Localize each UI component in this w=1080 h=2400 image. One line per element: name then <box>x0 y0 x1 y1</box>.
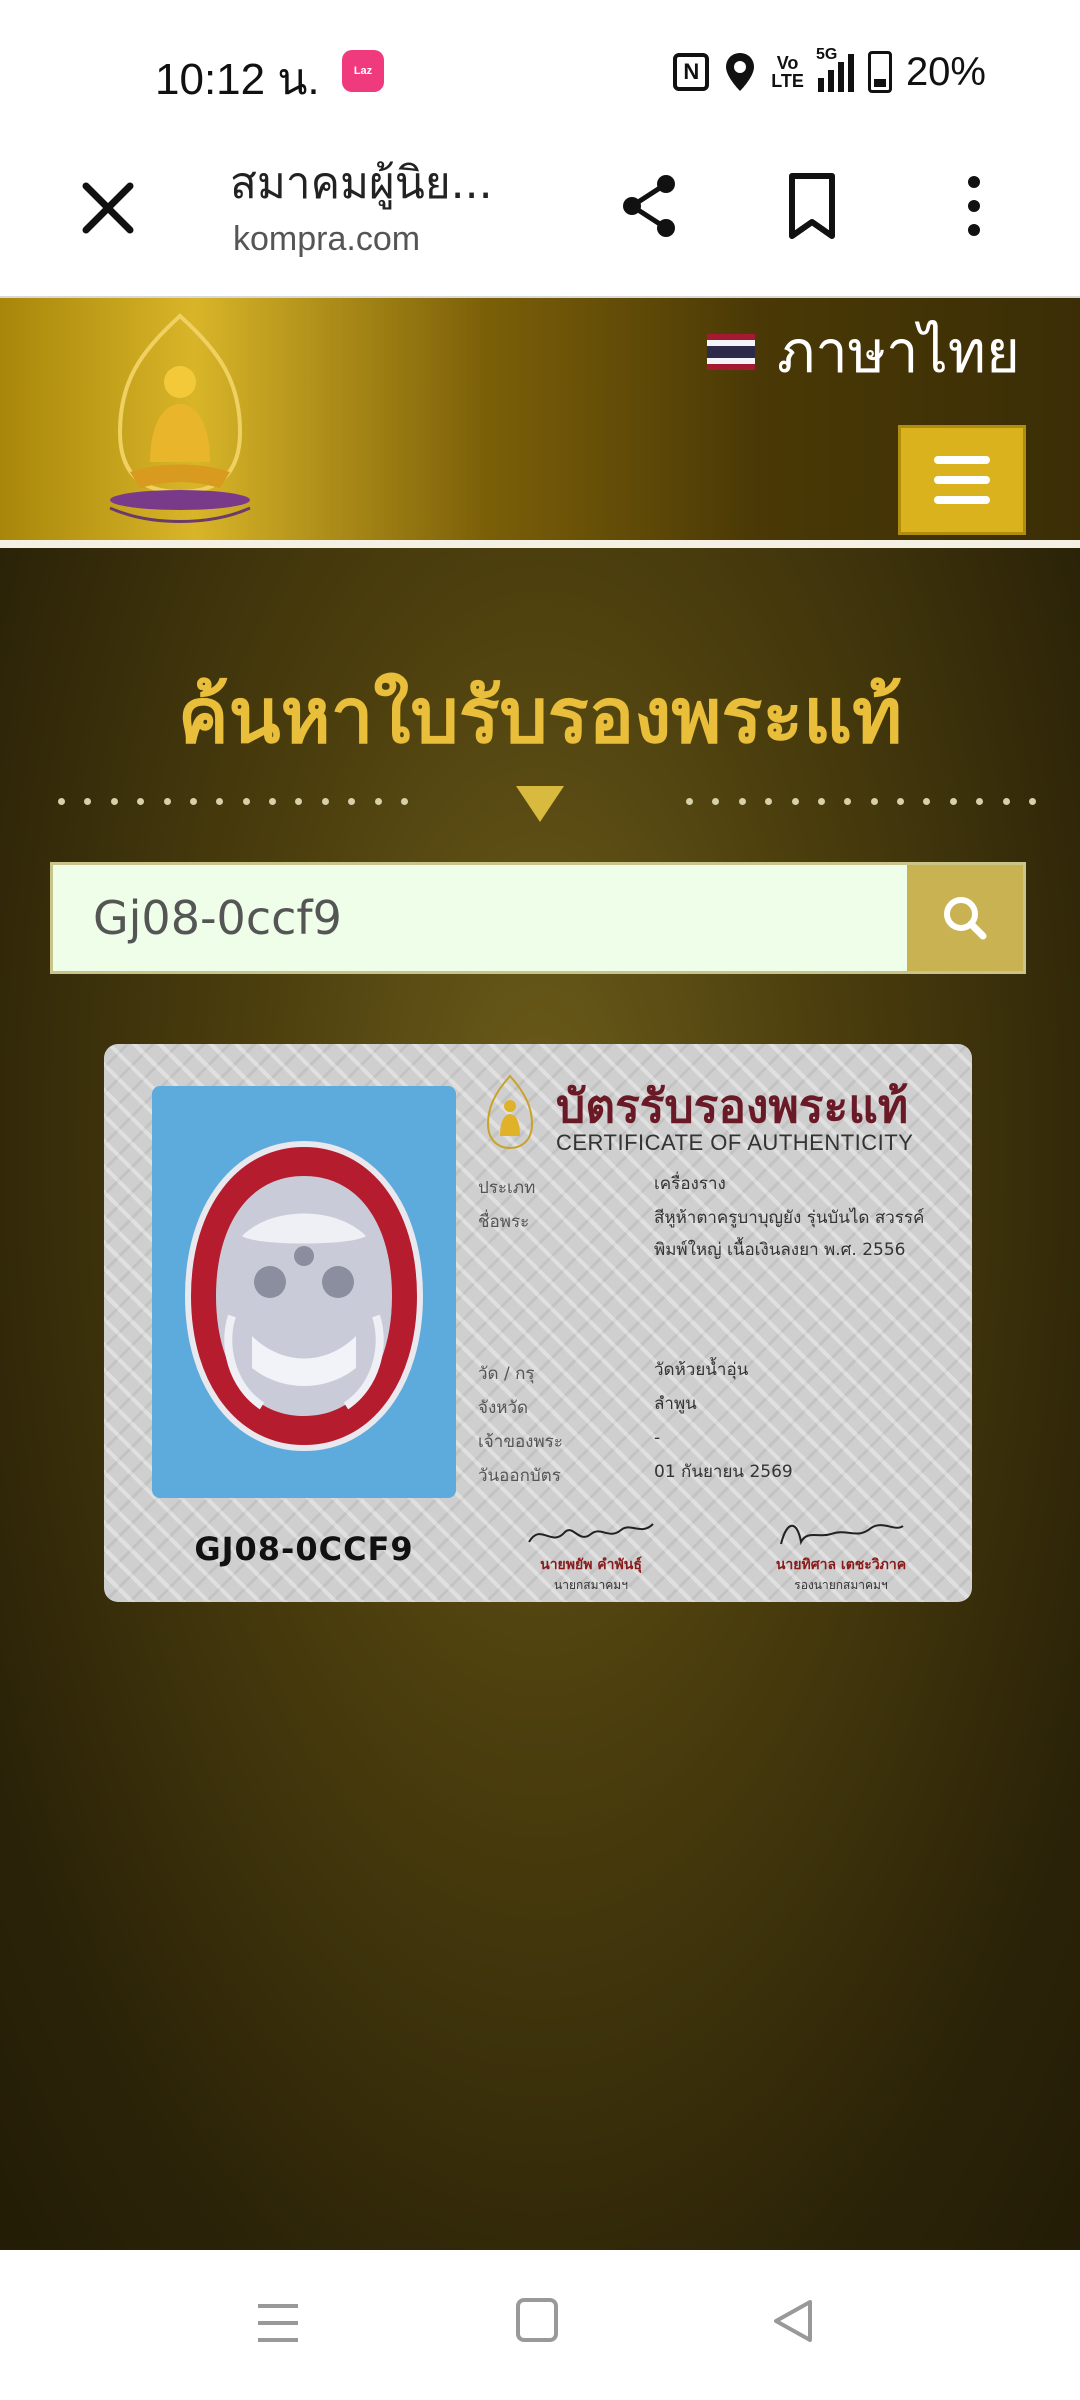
signal-icon: 5G <box>816 46 854 92</box>
association-logo[interactable] <box>80 312 280 532</box>
flag-stripe <box>707 363 755 370</box>
certificate-title-en: CERTIFICATE OF AUTHENTICITY <box>556 1130 914 1155</box>
status-bar: 10:12 น. Laz N Vo LTE 5G 20% <box>0 0 1080 140</box>
search-heading: ค้นหาใบรับรองพระแท้ <box>177 671 903 760</box>
volte-icon: Vo LTE <box>771 53 804 91</box>
signature-scribble <box>528 1523 654 1543</box>
field-value-province: ลำพูน <box>654 1394 697 1414</box>
signature-role: นายกสมาคมฯ <box>554 1578 628 1592</box>
banner-divider <box>0 540 1080 548</box>
flag-stripe <box>707 345 755 358</box>
more-vert-icon[interactable] <box>936 168 1012 244</box>
network-type: 5G <box>815 46 838 63</box>
hamburger-line <box>934 476 990 484</box>
field-label-owner: เจ้าของพระ <box>478 1432 563 1452</box>
language-switch[interactable]: ภาษาไทย <box>707 305 1020 398</box>
main-content: ค้นหาใบรับรองพระแท้ Gj08-0ccf9 GJ08-0CCF… <box>0 548 1080 2250</box>
signal-bar <box>847 54 854 92</box>
field-label-name: ชื่อพระ <box>478 1212 530 1232</box>
signal-bar <box>827 70 834 92</box>
signal-bar <box>817 78 824 92</box>
battery-percent: 20% <box>905 49 986 94</box>
field-label-issue-date: วันออกบัตร <box>478 1466 561 1486</box>
close-icon[interactable] <box>70 170 146 246</box>
field-value-owner: - <box>654 1428 661 1448</box>
dotted-divider-left <box>58 798 408 806</box>
amulet-image <box>184 1140 424 1452</box>
field-value-type: เครื่องราง <box>654 1174 726 1194</box>
signal-bar <box>837 62 844 92</box>
dotted-divider-right <box>686 798 1036 806</box>
amulet-photo <box>152 1086 456 1498</box>
certificate-card[interactable]: GJ08-0CCF9 บัตรรับรองพระแท้ CERTIFICATE … <box>104 1044 972 1602</box>
field-value-issue-date: 01 กันยายน 2569 <box>654 1462 793 1482</box>
certificate-logo-icon <box>486 1074 534 1150</box>
certificate-code: GJ08-0CCF9 <box>194 1530 414 1568</box>
search-box <box>50 862 1026 974</box>
field-value-temple: วัดห้วยน้ำอุ่น <box>654 1360 749 1380</box>
signature-name: นายพยัพ คำพันธุ์ <box>540 1557 642 1573</box>
search-button[interactable] <box>907 865 1023 971</box>
page-title: สมาคมผู้นิย... <box>230 158 493 209</box>
laz-app-icon: Laz <box>342 50 384 92</box>
field-value-name: สีหูห้าตาครูบาบุญยัง รุ่นบันได สวรรค์ พิ… <box>654 1208 925 1260</box>
signature-scribble <box>780 1524 904 1546</box>
language-label: ภาษาไทย <box>777 318 1020 386</box>
signature-vice-president: นายทิศาล เตชะวิภาค รองนายกสมาคมฯ <box>756 1514 926 1595</box>
field-label-temple: วัด / กรุ <box>478 1364 535 1384</box>
thai-flag-icon <box>707 333 755 370</box>
field-label-type: ประเภท <box>478 1178 536 1198</box>
bookmark-icon[interactable] <box>774 168 850 244</box>
page-url[interactable]: kompra.com <box>233 220 420 259</box>
search-icon <box>944 897 987 940</box>
chevron-down-icon <box>516 786 564 822</box>
field-label-province: จังหวัด <box>478 1398 529 1418</box>
search-input[interactable] <box>53 865 911 971</box>
signature-president: นายพยัพ คำพันธุ์ นายกสมาคมฯ <box>506 1514 676 1595</box>
home-icon[interactable] <box>516 2298 558 2342</box>
browser-toolbar: สมาคมผู้นิย... kompra.com <box>0 140 1080 298</box>
status-time: 10:12 น. <box>155 55 320 104</box>
share-icon[interactable] <box>612 168 688 244</box>
back-icon[interactable] <box>770 2296 816 2346</box>
nfc-icon: N <box>673 53 710 91</box>
location-icon <box>726 53 755 91</box>
signature-role: รองนายกสมาคมฯ <box>794 1578 888 1592</box>
battery-icon <box>867 51 892 93</box>
status-indicators: N Vo LTE 5G 20% <box>673 44 986 100</box>
system-nav-bar <box>0 2250 1080 2400</box>
signature-name: นายทิศาล เตชะวิภาค <box>775 1557 907 1573</box>
hamburger-icon[interactable] <box>898 425 1026 535</box>
hamburger-line <box>934 496 990 504</box>
hamburger-line <box>934 456 990 464</box>
recents-icon[interactable] <box>254 2298 302 2348</box>
